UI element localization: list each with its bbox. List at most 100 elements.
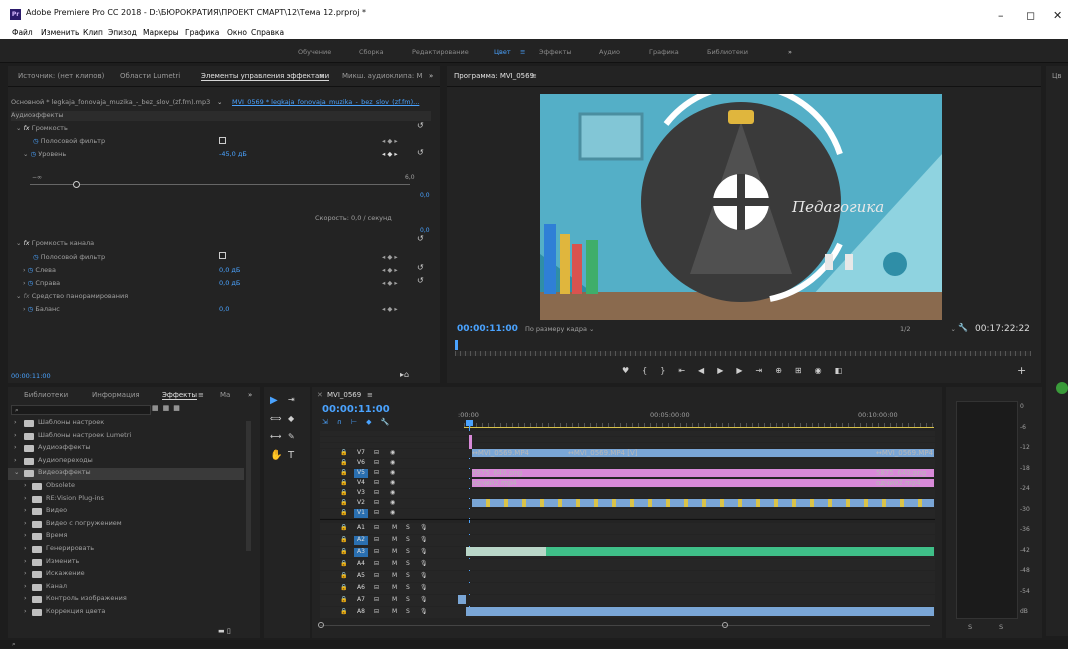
ws-editing[interactable]: Редактирование	[412, 48, 469, 56]
ws-effects[interactable]: Эффекты	[539, 48, 572, 56]
tab-lumetri-color[interactable]: Цв	[1052, 72, 1062, 80]
tab-source[interactable]: Источник: (нет клипов)	[18, 72, 104, 80]
balance-row[interactable]: › ◷ Баланс	[23, 305, 60, 313]
balance-value[interactable]: 0,0	[219, 305, 229, 313]
tab-libraries[interactable]: Библиотеки	[24, 391, 68, 399]
effects-item-video-effects[interactable]: ⌄ Видеоэффекты	[8, 468, 244, 481]
color-wheel-icon[interactable]	[1056, 382, 1068, 394]
solo-button[interactable]: S	[406, 572, 410, 579]
microphone-icon[interactable]: 🎙	[420, 608, 428, 615]
eye-icon[interactable]: ◉	[390, 489, 395, 496]
timeline-menu-icon[interactable]: ≡	[367, 391, 373, 399]
program-timecode[interactable]: 00:00:11:00	[457, 324, 518, 334]
lock-icon[interactable]: 🔒	[340, 479, 347, 486]
sync-lock-icon[interactable]: ⊟	[374, 459, 379, 466]
razor-tool-icon[interactable]: ◆	[288, 414, 294, 423]
effects-search-input[interactable]: ⌕	[11, 405, 151, 415]
effects-more-button[interactable]: »	[248, 391, 252, 399]
menu-clip[interactable]: Клип	[83, 28, 103, 37]
effects-item-time[interactable]: › Время	[8, 531, 244, 543]
sync-lock-icon[interactable]: ⊟	[374, 536, 379, 543]
track-label-a6[interactable]: A6	[354, 584, 368, 593]
track-label-a4[interactable]: A4	[354, 560, 368, 569]
solo-button[interactable]: S	[406, 536, 410, 543]
track-label-a2[interactable]: A2	[354, 536, 368, 545]
filter-icon[interactable]: ▸⌂	[400, 370, 409, 379]
lock-icon[interactable]: 🔒	[340, 560, 347, 567]
keyframe-nav-icon[interactable]: ◂ ◆ ▸	[382, 266, 398, 274]
keyframe-nav-icon[interactable]: ◂ ◆ ▸	[382, 150, 398, 158]
clip-png-v5b[interactable]: 5875_640.png	[876, 469, 934, 477]
keyframe-nav-icon[interactable]: ◂ ◆ ▸	[382, 305, 398, 313]
reset-icon[interactable]: ↺	[417, 276, 424, 285]
nested-clip-marker[interactable]	[469, 435, 472, 449]
reset-icon[interactable]: ↺	[417, 121, 424, 130]
track-label-v1[interactable]: V1	[354, 509, 368, 518]
sync-lock-icon[interactable]: ⊟	[374, 524, 379, 531]
track-label-v3[interactable]: V3	[354, 489, 368, 498]
type-tool-icon[interactable]: T	[288, 450, 294, 461]
mute-button[interactable]: M	[392, 572, 397, 579]
ws-color[interactable]: Цвет	[494, 48, 511, 56]
lock-icon[interactable]: 🔒	[340, 509, 347, 516]
lock-icon[interactable]: 🔒	[340, 489, 347, 496]
track-label-v7[interactable]: V7	[354, 449, 368, 458]
track-label-a1[interactable]: A1	[354, 524, 368, 533]
add-button-icon[interactable]: +	[1017, 364, 1026, 377]
eye-icon[interactable]: ◉	[390, 479, 395, 486]
sync-lock-icon[interactable]: ⊟	[374, 479, 379, 486]
lock-icon[interactable]: 🔒	[340, 548, 347, 555]
menu-file[interactable]: Файл	[12, 28, 33, 37]
track-label-v2[interactable]: V2	[354, 499, 368, 508]
fx-panner-row[interactable]: ⌄ fx Средство панорамирования	[16, 292, 128, 300]
audio-clip-a7-head[interactable]	[458, 595, 466, 604]
effects-item-audio-effects[interactable]: › Аудиоэффекты	[8, 443, 244, 455]
sync-lock-icon[interactable]: ⊟	[374, 509, 379, 516]
level-slider-handle[interactable]	[73, 181, 80, 188]
timeline-timecode[interactable]: 00:00:11:00	[322, 404, 390, 415]
wrench-icon[interactable]: 🔧	[958, 323, 968, 332]
clip-v2-sequence[interactable]	[472, 499, 934, 507]
effects-item-obsolete[interactable]: › Obsolete	[8, 481, 244, 493]
clip-mvi-v7c[interactable]: ↔MVI_0569.MP4	[876, 449, 934, 457]
clip-mp4-v4[interactable]: одчий2.mp4	[472, 479, 876, 487]
slip-tool-icon[interactable]: ⟷	[270, 432, 281, 441]
sync-lock-icon[interactable]: ⊟	[374, 560, 379, 567]
ws-audio[interactable]: Аудио	[599, 48, 620, 56]
ws-libraries[interactable]: Библиотеки	[707, 48, 748, 56]
effect-filter-icons[interactable]: ▦▦▦	[152, 404, 184, 412]
effects-item-audio-transitions[interactable]: › Аудиопереходы	[8, 456, 244, 468]
ws-learning[interactable]: Обучение	[298, 48, 331, 56]
master-clip-label[interactable]: Основной * legkaja_fonovaja_muzika_-_bez…	[11, 98, 210, 106]
lock-icon[interactable]: 🔒	[340, 524, 347, 531]
left-row[interactable]: › ◷ Слева	[23, 266, 56, 274]
sync-lock-icon[interactable]: ⊟	[374, 469, 379, 476]
tab-audio-mixer[interactable]: Микш. аудиоклипа: M	[342, 72, 423, 80]
mute-button[interactable]: M	[392, 608, 397, 615]
eye-icon[interactable]: ◉	[390, 449, 395, 456]
sequence-clip-label[interactable]: MVI_0569 * legkaja_fonovaja_muzika_-_bez…	[232, 98, 419, 106]
level-value[interactable]: -45,0 дБ	[219, 150, 247, 158]
track-label-a8[interactable]: A8	[354, 608, 368, 617]
sync-lock-icon[interactable]: ⊟	[374, 548, 379, 555]
keyframe-nav-icon[interactable]: ◂ ◆ ▸	[382, 137, 398, 145]
mute-button[interactable]: M	[392, 560, 397, 567]
solo-button[interactable]: S	[406, 524, 410, 531]
effects-scrollbar[interactable]	[246, 421, 251, 551]
lock-icon[interactable]: 🔒	[340, 469, 347, 476]
ws-assembly[interactable]: Сборка	[359, 48, 384, 56]
keyframe-nav-icon[interactable]: ◂ ◆ ▸	[382, 279, 398, 287]
tab-lumetri-scopes[interactable]: Области Lumetri	[120, 72, 180, 80]
ripple-tool-icon[interactable]: ⟺	[270, 414, 281, 423]
sync-lock-icon[interactable]: ⊟	[374, 572, 379, 579]
fx-volume-row[interactable]: ⌄ fx Громкость	[16, 124, 68, 132]
bypass-checkbox-2[interactable]	[219, 252, 226, 259]
clip-png-v5[interactable]: 5875_640.png	[472, 469, 876, 477]
effects-item-adjust[interactable]: › Изменить	[8, 557, 244, 569]
track-label-v5[interactable]: V5	[354, 469, 368, 478]
menu-window[interactable]: Окно	[227, 28, 247, 37]
tabs-more-button[interactable]: »	[429, 72, 433, 80]
sync-lock-icon[interactable]: ⊟	[374, 608, 379, 615]
eye-icon[interactable]: ◉	[390, 509, 395, 516]
scroll-handle-right[interactable]	[722, 622, 728, 628]
